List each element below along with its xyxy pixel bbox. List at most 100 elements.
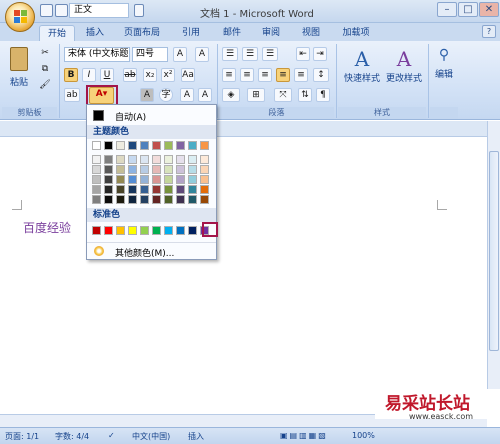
tab-references[interactable]: 引用 (177, 25, 205, 41)
theme-shade-swatch[interactable] (152, 175, 161, 184)
theme-shade-swatch[interactable] (176, 175, 185, 184)
automatic-color-item[interactable]: 自动(A) (87, 108, 216, 124)
undo-icon[interactable] (134, 4, 144, 17)
italic-button[interactable]: I (82, 68, 96, 82)
cut-icon[interactable]: ✂ (38, 47, 52, 60)
font-name-combo[interactable]: 宋体 (中文标题) (64, 47, 130, 62)
align-left-icon[interactable]: ≡ (222, 68, 236, 82)
align-center-icon[interactable]: ≡ (240, 68, 254, 82)
editing-button[interactable]: ⚲ 编辑 (432, 47, 456, 99)
standard-color-swatch[interactable] (116, 226, 125, 235)
theme-shade-swatch[interactable] (104, 165, 113, 174)
vertical-scrollbar[interactable] (487, 121, 500, 418)
theme-shade-swatch[interactable] (188, 165, 197, 174)
theme-shade-swatch[interactable] (200, 185, 209, 194)
theme-color-swatch[interactable] (200, 141, 209, 150)
standard-color-swatch[interactable] (188, 226, 197, 235)
proofing-icon[interactable]: ✓ (108, 431, 115, 440)
grow-font-icon[interactable]: A (173, 47, 187, 62)
copy-icon[interactable]: ⧉ (38, 63, 52, 76)
theme-shade-swatch[interactable] (200, 165, 209, 174)
theme-shade-swatch[interactable] (188, 155, 197, 164)
theme-shade-swatch[interactable] (92, 155, 101, 164)
tab-view[interactable]: 视图 (297, 25, 325, 41)
tab-insert[interactable]: 插入 (81, 25, 109, 41)
multilevel-list-icon[interactable]: ☰ (262, 47, 278, 61)
change-case-icon[interactable]: Aa (181, 68, 195, 82)
theme-shade-swatch[interactable] (152, 165, 161, 174)
theme-shade-swatch[interactable] (116, 185, 125, 194)
tab-home[interactable]: 开始 (39, 25, 75, 41)
theme-shade-swatch[interactable] (164, 195, 173, 204)
strikethrough-icon[interactable]: ab (123, 68, 137, 82)
standard-color-swatch[interactable] (128, 226, 137, 235)
theme-shade-swatch[interactable] (128, 195, 137, 204)
theme-shade-swatch[interactable] (200, 195, 209, 204)
office-button[interactable] (5, 2, 35, 32)
theme-color-swatch[interactable] (188, 141, 197, 150)
insert-mode-indicator[interactable]: 插入 (188, 431, 204, 442)
chinese-layout-icon[interactable]: ⤧ (274, 88, 292, 102)
standard-color-swatch[interactable] (164, 226, 173, 235)
theme-shade-swatch[interactable] (116, 195, 125, 204)
superscript-icon[interactable]: x² (161, 68, 175, 82)
theme-shade-swatch[interactable] (92, 195, 101, 204)
minimize-button[interactable]: – (437, 2, 457, 17)
align-right-icon[interactable]: ≡ (258, 68, 272, 82)
theme-shade-swatch[interactable] (140, 165, 149, 174)
theme-shade-swatch[interactable] (116, 175, 125, 184)
shading-icon[interactable]: ◈ (222, 88, 240, 102)
theme-shade-swatch[interactable] (92, 175, 101, 184)
theme-shade-swatch[interactable] (104, 155, 113, 164)
theme-color-swatch[interactable] (164, 141, 173, 150)
theme-shade-swatch[interactable] (128, 155, 137, 164)
theme-shade-swatch[interactable] (188, 175, 197, 184)
enclose-character-icon[interactable]: 字 (159, 88, 173, 102)
theme-shade-swatch[interactable] (104, 185, 113, 194)
theme-shade-swatch[interactable] (104, 175, 113, 184)
line-spacing-icon[interactable]: ↕ (313, 68, 329, 82)
theme-shade-swatch[interactable] (140, 155, 149, 164)
increase-indent-icon[interactable]: ⇥ (313, 47, 327, 61)
theme-shade-swatch[interactable] (200, 175, 209, 184)
theme-color-swatch[interactable] (152, 141, 161, 150)
theme-shade-swatch[interactable] (104, 195, 113, 204)
theme-shade-swatch[interactable] (176, 195, 185, 204)
quick-styles-button[interactable]: A 快速样式 (342, 47, 382, 99)
theme-shade-swatch[interactable] (176, 165, 185, 174)
tab-page-layout[interactable]: 页面布局 (118, 25, 166, 41)
bold-button[interactable]: B (64, 68, 78, 82)
font-size-combo[interactable]: 四号 (132, 47, 168, 62)
standard-color-swatch[interactable] (152, 226, 161, 235)
sort-icon[interactable]: ⇅ (298, 88, 312, 102)
theme-shade-swatch[interactable] (140, 175, 149, 184)
language-indicator[interactable]: 中文(中国) (132, 431, 170, 442)
theme-color-swatch[interactable] (104, 141, 113, 150)
tab-review[interactable]: 审阅 (257, 25, 285, 41)
close-button[interactable]: ✕ (479, 2, 499, 17)
theme-shade-swatch[interactable] (152, 155, 161, 164)
numbering-icon[interactable]: ☰ (242, 47, 258, 61)
theme-shade-swatch[interactable] (128, 165, 137, 174)
theme-shade-swatch[interactable] (116, 155, 125, 164)
clear-format-icon[interactable]: A (195, 47, 209, 62)
theme-shade-swatch[interactable] (152, 185, 161, 194)
theme-shade-swatch[interactable] (140, 195, 149, 204)
theme-color-swatch[interactable] (176, 141, 185, 150)
theme-shade-swatch[interactable] (164, 155, 173, 164)
character-shading-icon[interactable]: A (140, 88, 154, 102)
tab-addins[interactable]: 加载项 (336, 25, 376, 41)
distribute-icon[interactable]: ≡ (294, 68, 308, 82)
document-text[interactable]: 百度经验 (23, 219, 71, 236)
font-smaller-icon[interactable]: A (198, 88, 212, 102)
theme-color-swatch[interactable] (140, 141, 149, 150)
theme-color-swatch[interactable] (128, 141, 137, 150)
theme-shade-swatch[interactable] (188, 195, 197, 204)
style-combo[interactable]: 正文 (69, 3, 129, 18)
theme-shade-swatch[interactable] (140, 185, 149, 194)
theme-shade-swatch[interactable] (152, 195, 161, 204)
standard-color-swatch[interactable] (104, 226, 113, 235)
theme-shade-swatch[interactable] (92, 165, 101, 174)
decrease-indent-icon[interactable]: ⇤ (296, 47, 310, 61)
theme-shade-swatch[interactable] (164, 175, 173, 184)
